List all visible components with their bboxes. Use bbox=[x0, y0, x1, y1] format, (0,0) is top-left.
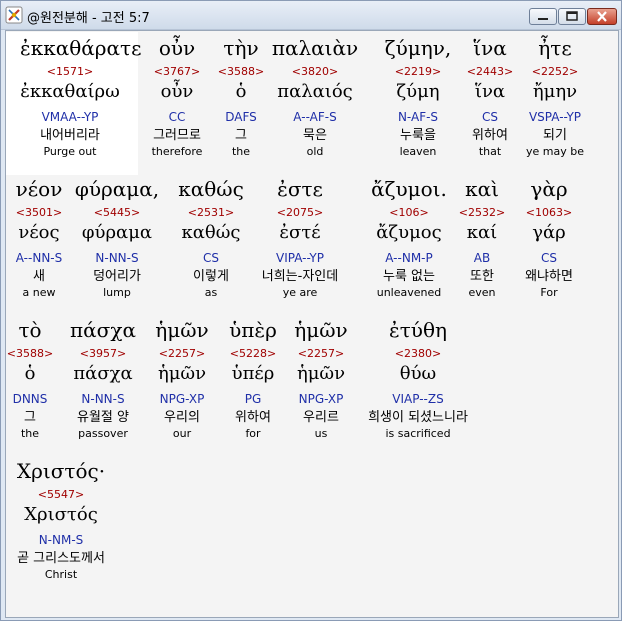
word-english: ye may be bbox=[526, 145, 584, 158]
word-lemma: φύραμα bbox=[81, 222, 153, 243]
word-strong: <5445> bbox=[93, 206, 141, 219]
word-korean: 덩어리가 bbox=[93, 269, 141, 284]
word-block[interactable]: ἡμῶν <2257> ἡμῶν NPG-XP 우리르 us bbox=[271, 317, 371, 441]
word-greek: ἐτύθη bbox=[389, 318, 447, 342]
word-parse: CS bbox=[541, 251, 557, 265]
word-lemma: ἤμην bbox=[532, 81, 578, 102]
word-parse: VSPA--YP bbox=[528, 110, 582, 124]
title-bar[interactable]: @원전분해 - 고전 5:7 bbox=[1, 1, 621, 30]
word-greek: φύραμα, bbox=[74, 177, 160, 201]
word-english: Christ bbox=[44, 568, 78, 581]
word-greek: Χριστός· bbox=[16, 459, 106, 483]
word-block[interactable]: φύραμα, <5445> φύραμα N-NN-S 덩어리가 lump bbox=[67, 176, 167, 300]
word-block[interactable]: καθώς <2531> καθώς CS 이렇게 as bbox=[161, 176, 261, 300]
word-strong: <5547> bbox=[37, 488, 85, 501]
minimize-icon bbox=[538, 18, 548, 20]
maximize-icon bbox=[566, 11, 578, 21]
verse-panel[interactable]: ἐκκαθάρατε <1571> ἐκκαθαίρω VMAA--YP 내어버리라 Pu… bbox=[5, 30, 619, 618]
minimize-button[interactable] bbox=[529, 8, 557, 25]
word-lemma: γάρ bbox=[532, 222, 566, 243]
word-korean: 우리르 bbox=[303, 410, 339, 425]
word-lemma: ἐστέ bbox=[279, 222, 321, 243]
word-greek: καθώς bbox=[178, 177, 244, 201]
word-block[interactable]: Χριστός· <5547> Χριστός N-NM-S 곧 그리스도께서 Chris… bbox=[11, 458, 111, 582]
word-english: us bbox=[314, 427, 328, 440]
word-korean: 되기 bbox=[543, 128, 567, 143]
window-title: @원전분해 - 고전 5:7 bbox=[27, 11, 150, 26]
word-lemma: Χριστός bbox=[24, 504, 98, 525]
word-korean: 곧 그리스도께서 bbox=[17, 551, 105, 566]
word-lemma: ἐκκαθαίρω bbox=[20, 81, 120, 102]
maximize-button[interactable] bbox=[558, 8, 586, 25]
word-strong: <1063> bbox=[525, 206, 573, 219]
interlinear-verse: ἐκκαθάρατε <1571> ἐκκαθαίρω VMAA--YP 내어버리라 Pu… bbox=[6, 31, 618, 617]
word-parse: NPG-XP bbox=[298, 392, 344, 406]
word-korean: 너희는-자인데 bbox=[261, 269, 339, 284]
word-block[interactable]: ἐκκαθάρατε <1571> ἐκκαθαίρω VMAA--YP 내어버리라 Pu… bbox=[20, 35, 142, 159]
word-block[interactable]: ἐτύθη <2380> θύω VIAP--ZS 희생이 되셨느니라 is sacrif… bbox=[368, 317, 468, 441]
close-button[interactable] bbox=[587, 8, 617, 25]
word-english: is sacrificed bbox=[385, 427, 451, 440]
word-korean: 묵은 bbox=[303, 128, 327, 143]
word-korean: 내어버리라 bbox=[40, 128, 100, 143]
word-parse: VIPA--YP bbox=[276, 251, 324, 265]
word-block[interactable]: παλαιὰν <3820> παλαιός A--AF-S 묵은 old bbox=[265, 35, 365, 159]
word-strong: <2380> bbox=[394, 347, 442, 360]
word-english: For bbox=[540, 286, 558, 299]
word-english: as bbox=[204, 286, 218, 299]
app-window: @원전분해 - 고전 5:7 ἐκκαθάρατε <1571> ἐκκαθαίρω… bbox=[0, 0, 622, 621]
word-greek: ἦτε bbox=[538, 36, 572, 60]
app-icon[interactable] bbox=[5, 6, 23, 24]
word-greek: ἐστε bbox=[277, 177, 323, 201]
word-korean: 이렇게 bbox=[193, 269, 229, 284]
word-block[interactable]: ἐστε <2075> ἐστέ VIPA--YP 너희는-자인데 ye are bbox=[250, 176, 350, 300]
word-strong: <2531> bbox=[187, 206, 235, 219]
word-english: lump bbox=[103, 286, 131, 299]
word-english: Purge out bbox=[43, 145, 97, 158]
word-parse: VMAA--YP bbox=[41, 110, 99, 124]
word-parse: CS bbox=[203, 251, 219, 265]
word-english: old bbox=[306, 145, 324, 158]
word-lemma: παλαιός bbox=[277, 81, 353, 102]
word-parse: N-NN-S bbox=[95, 251, 139, 265]
word-strong: <1571> bbox=[46, 65, 94, 78]
word-strong: <2252> bbox=[531, 65, 579, 78]
word-block[interactable]: γὰρ <1063> γάρ CS 왜냐하면 For bbox=[499, 176, 599, 300]
word-parse: VIAP--ZS bbox=[392, 392, 444, 406]
word-greek: παλαιὰν bbox=[271, 36, 359, 60]
word-lemma: καθώς bbox=[181, 222, 241, 243]
word-greek: ἐκκαθάρατε bbox=[20, 36, 142, 60]
word-parse: A--AF-S bbox=[293, 110, 337, 124]
word-block[interactable]: ἦτε <2252> ἤμην VSPA--YP 되기 ye may be bbox=[505, 35, 605, 159]
word-english: ye are bbox=[282, 286, 318, 299]
word-strong: <2075> bbox=[276, 206, 324, 219]
word-korean: 희생이 되셨느니라 bbox=[368, 410, 468, 425]
word-korean: 왜냐하면 bbox=[525, 269, 573, 284]
word-greek: ἡμῶν bbox=[294, 318, 348, 342]
word-lemma: θύω bbox=[399, 363, 437, 384]
word-lemma: ἡμῶν bbox=[296, 363, 346, 384]
close-icon bbox=[597, 11, 607, 22]
word-strong: <2257> bbox=[297, 347, 345, 360]
word-strong: <3820> bbox=[291, 65, 339, 78]
word-greek: γὰρ bbox=[530, 177, 568, 201]
word-parse: N-NM-S bbox=[38, 533, 84, 547]
